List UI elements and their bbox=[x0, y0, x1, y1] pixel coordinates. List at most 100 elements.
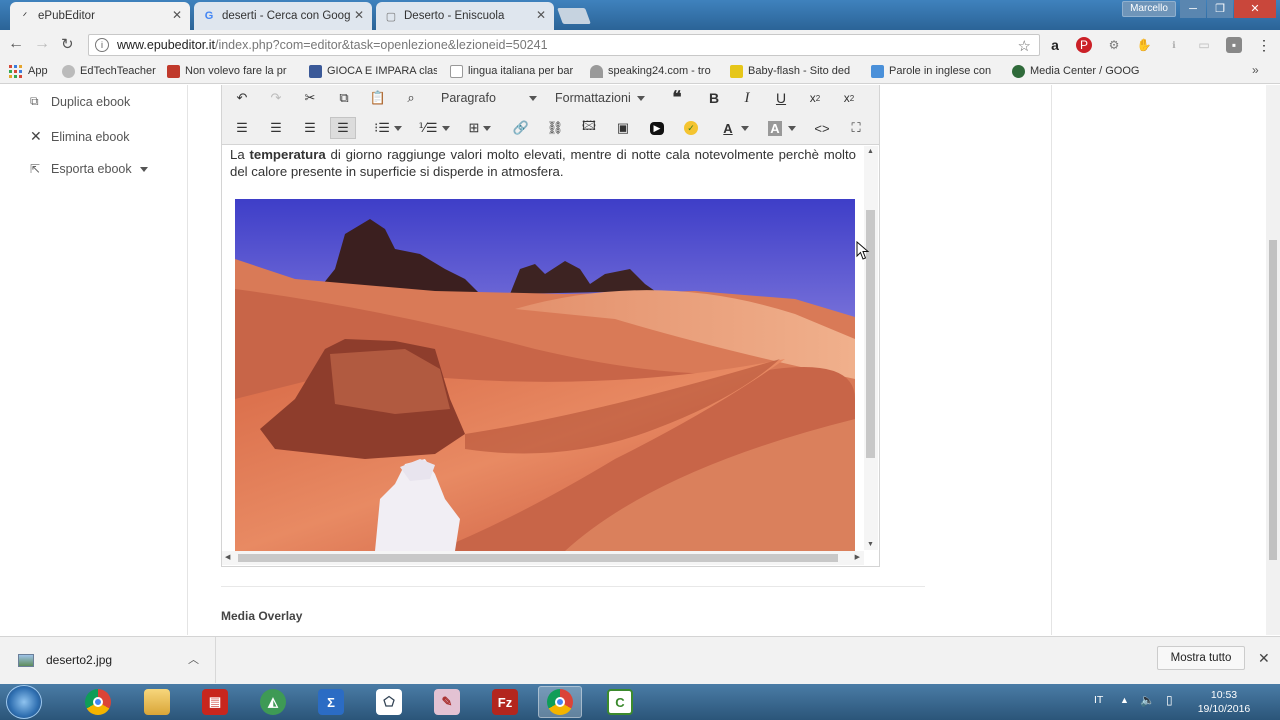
blockquote-icon[interactable]: ❝ bbox=[665, 87, 689, 109]
volume-icon[interactable]: 🔈 bbox=[1140, 693, 1155, 707]
clock[interactable]: 10:53 19/10/2016 bbox=[1196, 688, 1252, 716]
scroll-down-arrow-icon[interactable]: ▼ bbox=[867, 541, 874, 548]
bookmark-gioca-e-impara[interactable]: GIOCA E IMPARA clas bbox=[309, 63, 437, 79]
new-tab-button[interactable] bbox=[557, 8, 591, 24]
taskbar-chrome[interactable] bbox=[76, 686, 120, 718]
taskbar-chrome-active[interactable] bbox=[538, 686, 582, 718]
page-scrollbar[interactable] bbox=[1266, 85, 1280, 635]
bookmark-lingua-italiana[interactable]: lingua italiana per bar bbox=[450, 63, 578, 79]
info-icon[interactable]: i bbox=[95, 38, 109, 52]
window-close-button[interactable]: ✕ bbox=[1234, 0, 1276, 18]
more-bookmarks-icon[interactable]: » bbox=[1252, 63, 1259, 77]
cut-icon[interactable]: ✂ bbox=[298, 87, 322, 109]
taskbar-app-polygon[interactable]: ⬠ bbox=[367, 686, 411, 718]
bookmark-speaking24[interactable]: speaking24.com - tro bbox=[590, 63, 718, 79]
bookmark-baby-flash[interactable]: Baby-flash - Sito ded bbox=[730, 63, 858, 79]
close-icon[interactable]: ✕ bbox=[172, 8, 182, 22]
taskbar-app-paint[interactable]: ✎ bbox=[425, 686, 469, 718]
align-left-icon[interactable]: ☰ bbox=[230, 117, 254, 139]
back-arrow-icon[interactable]: ← bbox=[8, 35, 24, 53]
superscript-icon[interactable]: x2 bbox=[837, 87, 861, 109]
fullscreen-icon[interactable]: ⛶ bbox=[844, 117, 868, 139]
bold-icon[interactable]: B bbox=[702, 87, 726, 109]
minimize-button[interactable]: ─ bbox=[1180, 0, 1206, 18]
extension-cast-icon[interactable]: ▭ bbox=[1196, 37, 1212, 53]
image-icon[interactable]: 🖾 bbox=[577, 117, 601, 139]
close-icon[interactable]: ✕ bbox=[536, 8, 546, 22]
url-bar[interactable]: i www.epubeditor.it/index.php?com=editor… bbox=[88, 34, 1040, 56]
scroll-left-arrow-icon[interactable]: ◀ bbox=[225, 553, 230, 561]
download-item[interactable]: deserto2.jpg ︿ bbox=[0, 637, 216, 683]
profile-button[interactable]: Marcello bbox=[1122, 1, 1176, 17]
source-code-icon[interactable]: <> bbox=[810, 117, 834, 139]
italic-icon[interactable]: I bbox=[735, 87, 759, 109]
paragraph-dropdown[interactable]: Paragrafo bbox=[441, 91, 541, 105]
align-right-icon[interactable]: ☰ bbox=[298, 117, 322, 139]
align-center-icon[interactable]: ☰ bbox=[264, 117, 288, 139]
duplica-ebook-link[interactable]: ⧉ Duplica ebook bbox=[30, 94, 130, 109]
format-dropdown[interactable]: Formattazioni bbox=[555, 91, 655, 105]
scrollbar-thumb[interactable] bbox=[1269, 240, 1277, 560]
bookmark-media-center[interactable]: Media Center / GOOG bbox=[1012, 63, 1140, 79]
numbered-list-icon[interactable]: ⅟☰ bbox=[414, 117, 454, 139]
bookmark-parole-inglese[interactable]: Parole in inglese con bbox=[871, 63, 997, 79]
extension-gear-icon[interactable]: ⚙ bbox=[1106, 37, 1122, 53]
taskbar-camtasia[interactable]: C bbox=[598, 686, 642, 718]
elimina-ebook-link[interactable]: ✕ Elimina ebook bbox=[30, 128, 130, 145]
amazon-icon[interactable]: a bbox=[1047, 37, 1063, 53]
redo-icon[interactable]: ↷ bbox=[264, 87, 288, 109]
maximize-button[interactable]: ❐ bbox=[1207, 0, 1233, 18]
extension-icon[interactable]: ℹ bbox=[1166, 37, 1182, 53]
close-icon[interactable]: ✕ bbox=[354, 8, 364, 22]
extension-square-icon[interactable]: ▪ bbox=[1226, 37, 1242, 53]
bookmark-apps[interactable]: App bbox=[9, 63, 57, 79]
unlink-icon[interactable]: ⛓ bbox=[543, 117, 567, 139]
link-icon[interactable]: 🔗 bbox=[509, 117, 533, 139]
underline-icon[interactable]: U bbox=[769, 87, 793, 109]
paste-icon[interactable]: 📋 bbox=[366, 87, 390, 109]
find-replace-icon[interactable]: ⌕ bbox=[399, 87, 423, 109]
justify-icon[interactable]: ☰ bbox=[330, 117, 356, 139]
taskbar-app-blue[interactable]: Σ bbox=[309, 686, 353, 718]
taskbar-explorer[interactable] bbox=[135, 686, 179, 718]
scroll-up-arrow-icon[interactable]: ▲ bbox=[867, 148, 874, 155]
audio-plugin-icon[interactable]: ✓ bbox=[679, 117, 703, 139]
youtube-icon[interactable]: ▶ bbox=[645, 117, 669, 139]
editor-content[interactable]: La temperatura di giorno raggiunge valor… bbox=[230, 146, 856, 180]
bookmark-edtechteacher[interactable]: EdTechTeacher bbox=[62, 63, 160, 79]
desert-photo[interactable] bbox=[235, 199, 855, 551]
bullet-list-icon[interactable]: ⁝☰ bbox=[368, 117, 408, 139]
tab-epubeditor[interactable]: ᐟ ePubEditor ✕ bbox=[10, 2, 190, 30]
bookmark-non-volevo[interactable]: Non volevo fare la pr bbox=[167, 63, 295, 79]
background-color-icon[interactable]: A bbox=[762, 117, 802, 139]
esporta-ebook-dropdown[interactable]: ⇱ Esporta ebook bbox=[30, 162, 148, 176]
star-icon[interactable]: ☆ bbox=[1018, 37, 1031, 55]
pinterest-icon[interactable]: P bbox=[1076, 37, 1092, 53]
battery-icon[interactable]: ▯ bbox=[1166, 693, 1173, 707]
copy-icon[interactable]: ⧉ bbox=[332, 87, 356, 109]
media-icon[interactable]: ▣ bbox=[611, 117, 635, 139]
scrollbar-thumb[interactable] bbox=[238, 554, 838, 562]
chevron-up-icon[interactable]: ▲ bbox=[1120, 695, 1129, 705]
menu-icon[interactable]: ⋮ bbox=[1256, 37, 1272, 53]
subscript-icon[interactable]: x2 bbox=[803, 87, 827, 109]
reload-icon[interactable]: ↻ bbox=[61, 35, 74, 53]
language-indicator[interactable]: IT bbox=[1094, 694, 1103, 706]
taskbar-app-red[interactable]: ▤ bbox=[193, 686, 237, 718]
undo-icon[interactable]: ↶ bbox=[230, 87, 254, 109]
editor-horizontal-scrollbar[interactable]: ◀ ▶ bbox=[222, 551, 864, 565]
taskbar-app-green[interactable]: ◭ bbox=[251, 686, 295, 718]
tab-eniscuola[interactable]: ▢ Deserto - Eniscuola ✕ bbox=[376, 2, 554, 30]
editor-vertical-scrollbar[interactable]: ▲ ▼ bbox=[864, 146, 878, 550]
taskbar-filezilla[interactable]: Fz bbox=[483, 686, 527, 718]
tab-google-search[interactable]: G deserti - Cerca con Goog ✕ bbox=[194, 2, 372, 30]
text-color-icon[interactable]: A bbox=[716, 117, 756, 139]
show-all-downloads-button[interactable]: Mostra tutto bbox=[1157, 646, 1245, 670]
scroll-right-arrow-icon[interactable]: ▶ bbox=[855, 553, 860, 561]
start-button[interactable] bbox=[6, 685, 42, 719]
close-downloads-icon[interactable]: ✕ bbox=[1258, 650, 1270, 667]
extension-hand-icon[interactable]: ✋ bbox=[1136, 37, 1152, 53]
table-icon[interactable]: ⊞ bbox=[463, 117, 497, 139]
chevron-up-icon[interactable]: ︿ bbox=[188, 651, 199, 667]
forward-arrow-icon[interactable]: → bbox=[34, 35, 50, 53]
